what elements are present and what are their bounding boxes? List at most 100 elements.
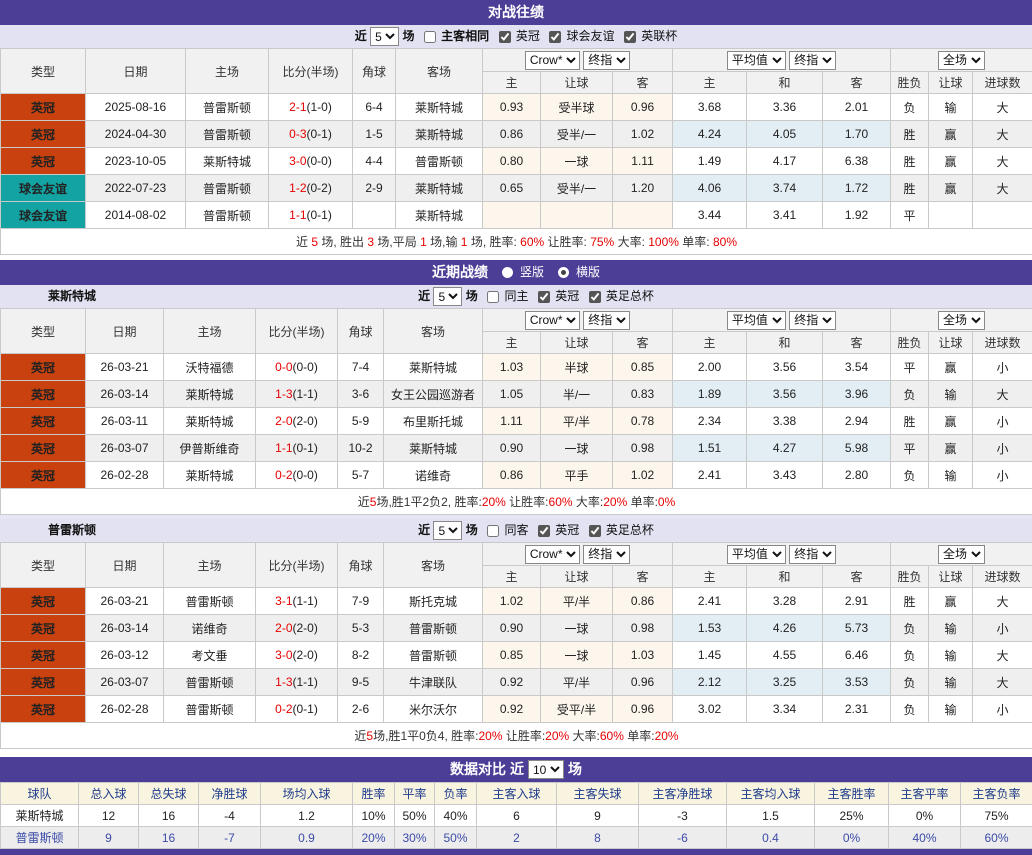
half-score: (0-0)	[293, 360, 318, 374]
h2h-title-bar: 对战往绩	[0, 0, 1032, 25]
summary-value: 60%	[549, 495, 573, 509]
result-goals: 小	[973, 408, 1032, 435]
odds-home	[483, 202, 541, 229]
half-score: (0-1)	[307, 127, 332, 141]
corner-cell: 5-3	[338, 615, 384, 642]
match-date: 26-03-21	[86, 354, 164, 381]
result-wdl: 胜	[891, 408, 929, 435]
result-goals: 大	[973, 175, 1032, 202]
col-home: 主场	[186, 49, 269, 94]
odds-stage-select[interactable]: 终指	[583, 311, 630, 330]
avg-home: 3.02	[673, 696, 747, 723]
odds-away: 1.11	[613, 148, 673, 175]
col-score: 比分(半场)	[256, 309, 338, 354]
preston-team-name: 普雷斯顿	[48, 519, 96, 542]
recent-section: 莱斯特城 近 5 场 同主 英冠 英足总杯 类型 日期 主场 比分(半场) 角球	[0, 285, 1032, 749]
section-gap	[0, 749, 1032, 757]
avg-draw: 4.55	[747, 642, 823, 669]
result-goals: 小	[973, 615, 1032, 642]
half-score: (2-0)	[293, 414, 318, 428]
summary-label: 场, 胜率:	[467, 235, 520, 249]
col-odds-home: 主	[483, 566, 541, 588]
home-team: 莱斯特城	[164, 462, 256, 489]
h2h-games-select[interactable]: 5	[370, 27, 399, 46]
same-away-label: 同客	[504, 523, 528, 537]
col-avg-home: 主	[673, 332, 747, 354]
average-select[interactable]: 平均值	[727, 311, 786, 330]
col-wdl: 胜负	[891, 566, 929, 588]
bookmaker-select[interactable]: Crow*	[525, 51, 580, 70]
avg-home: 1.53	[673, 615, 747, 642]
filter-league-checkbox[interactable]	[499, 31, 511, 43]
summary-label: 让胜率:	[503, 729, 546, 743]
compare-games-select[interactable]: 10	[528, 760, 564, 779]
bookmaker-select[interactable]: Crow*	[525, 545, 580, 564]
avg-draw: 3.41	[747, 202, 823, 229]
corner-cell: 9-5	[338, 669, 384, 696]
match-date: 26-02-28	[86, 696, 164, 723]
col-date: 日期	[86, 309, 164, 354]
compare-row: 普雷斯顿 9 16 -7 0.9 20% 30% 50% 2 8 -6 0.4 …	[1, 827, 1032, 849]
filter-facup-checkbox[interactable]	[589, 525, 601, 537]
col-handicap-result: 让球	[929, 566, 973, 588]
result-handicap: 输	[929, 696, 973, 723]
summary-label: 近	[354, 729, 366, 743]
avg-away: 1.92	[823, 202, 891, 229]
avg-draw: 4.05	[747, 121, 823, 148]
avg-home: 4.24	[673, 121, 747, 148]
col-avg-away: 客	[823, 566, 891, 588]
fulltime-select[interactable]: 全场	[938, 51, 985, 70]
same-home-label: 同主	[504, 289, 528, 303]
filter-league-checkbox[interactable]	[538, 525, 550, 537]
away-team: 莱斯特城	[396, 94, 483, 121]
leicester-team-name: 莱斯特城	[48, 285, 96, 308]
leicester-games-select[interactable]: 5	[433, 287, 462, 306]
average-stage-select[interactable]: 终指	[789, 51, 836, 70]
average-select[interactable]: 平均值	[727, 51, 786, 70]
result-handicap: 输	[929, 615, 973, 642]
odds-away	[613, 202, 673, 229]
average-stage-select[interactable]: 终指	[789, 311, 836, 330]
col-date: 日期	[86, 49, 186, 94]
match-row: 英冠 26-03-07 伊普斯维奇 1-1(0-1) 10-2 莱斯特城 0.9…	[1, 435, 1032, 462]
away-team: 诺维奇	[384, 462, 483, 489]
filter-cup-checkbox[interactable]	[624, 31, 636, 43]
result-wdl: 胜	[891, 588, 929, 615]
vertical-layout-radio[interactable]	[502, 267, 513, 278]
league-badge: 英冠	[1, 669, 86, 696]
avg-away: 1.72	[823, 175, 891, 202]
final-score: 1-3	[275, 387, 292, 401]
away-team: 斯托克城	[384, 588, 483, 615]
games-unit-label: 场	[466, 289, 478, 303]
filter-league-checkbox[interactable]	[538, 291, 550, 303]
filter-facup-checkbox[interactable]	[589, 291, 601, 303]
odds-stage-select[interactable]: 终指	[583, 545, 630, 564]
horizontal-layout-radio[interactable]	[558, 267, 569, 278]
hv-goals-against: 9	[557, 805, 639, 827]
corner-cell: 2-9	[353, 175, 396, 202]
result-handicap: 赢	[929, 175, 973, 202]
score-cell: 1-3(1-1)	[256, 669, 338, 696]
same-venue-checkbox[interactable]	[424, 31, 436, 43]
home-team: 莱斯特城	[186, 148, 269, 175]
score-cell: 0-2(0-0)	[256, 462, 338, 489]
col-avg-draw: 和	[747, 72, 823, 94]
same-away-checkbox[interactable]	[487, 525, 499, 537]
average-stage-select[interactable]: 终指	[789, 545, 836, 564]
avg-away: 2.31	[823, 696, 891, 723]
filter-friendly-checkbox[interactable]	[549, 31, 561, 43]
fulltime-select[interactable]: 全场	[938, 311, 985, 330]
fulltime-select[interactable]: 全场	[938, 545, 985, 564]
match-row: 英冠 26-02-28 莱斯特城 0-2(0-0) 5-7 诺维奇 0.86 平…	[1, 462, 1032, 489]
final-score: 2-0	[275, 414, 292, 428]
odds-away: 0.98	[613, 615, 673, 642]
preston-games-select[interactable]: 5	[433, 521, 462, 540]
same-home-checkbox[interactable]	[487, 291, 499, 303]
bookmaker-select[interactable]: Crow*	[525, 311, 580, 330]
avg-away: 6.46	[823, 642, 891, 669]
odds-home: 0.80	[483, 148, 541, 175]
odds-stage-select[interactable]: 终指	[583, 51, 630, 70]
average-select[interactable]: 平均值	[727, 545, 786, 564]
compare-table: 球队 总入球 总失球 净胜球 场均入球 胜率 平率 负率 主客入球 主客失球 主…	[0, 782, 1032, 849]
hv-avg-goals: 0.4	[727, 827, 815, 849]
